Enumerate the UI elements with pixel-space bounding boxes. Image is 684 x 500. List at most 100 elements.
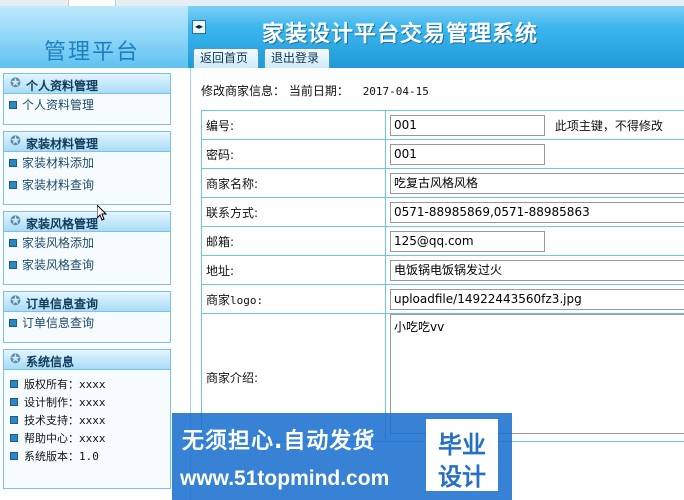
info-text: 版权所有：xxxx [24, 378, 106, 391]
page-label: 修改商家信息： [201, 84, 286, 98]
sidebar-item-label: 家装风格添加 [22, 236, 95, 250]
form-row-id: 编号: 001 此项主键，不得修改 [201, 110, 684, 140]
sidebar-item-label: 个人资料管理 [22, 98, 95, 112]
system-title: 家装设计平台交易管理系统 [262, 21, 539, 47]
system-info-list: 版权所有：xxxx 设计制作：xxxx 技术支持：xxxx 帮助中心：xxxx … [4, 370, 170, 466]
star-icon: ✪ [10, 352, 21, 367]
field-label: 商家logo: [201, 284, 386, 314]
sidebar-item-profile[interactable]: 个人资料管理 [4, 94, 170, 116]
watermark-badge: 毕业 设计 [426, 419, 498, 491]
form-row-password: 密码: 001 [201, 139, 684, 169]
square-bullet-icon [10, 452, 18, 460]
star-icon: ✪ [10, 76, 21, 91]
info-text: 系统版本：1.0 [24, 450, 99, 463]
brand-panel: 管理平台 [0, 6, 188, 68]
logo-label-en: logo: [230, 293, 264, 307]
edit-form-table: 编号: 001 此项主键，不得修改 密码: 001 商家名称: 吃复古风格风格 … [201, 110, 684, 442]
sidebar-item-style-add[interactable]: 家装风格添加 [4, 232, 170, 254]
sidebar-item-label: 家装风格查询 [22, 258, 95, 272]
menu-section-style: ✪ 家装风格管理 家装风格添加 家装风格查询 [3, 211, 171, 285]
sidebar-item-material-add[interactable]: 家装材料添加 [4, 152, 170, 174]
menu-title: 订单信息查询 [26, 297, 99, 311]
menu-section-personal: ✪ 个人资料管理 个人资料管理 [3, 73, 171, 125]
sidebar-item-style-query[interactable]: 家装风格查询 [4, 254, 170, 276]
menu-section-order: ✪ 订单信息查询 订单信息查询 [3, 291, 171, 343]
square-bullet-icon [10, 416, 18, 424]
tab-return-home[interactable]: 返回首页 [193, 48, 259, 68]
logo-label-cn: 商家 [206, 292, 231, 307]
square-bullet-icon [10, 434, 18, 442]
brand-title: 管理平台 [44, 40, 141, 65]
field-label: 密码: [201, 139, 386, 169]
sidebar-item-label: 家装材料查询 [22, 178, 95, 192]
field-cell: 吃复古风格风格 [385, 168, 684, 198]
square-bullet-icon [9, 239, 17, 247]
field-cell: 电饭锅电饭锅发过火 [385, 255, 684, 285]
info-item-version: 系统版本：1.0 [4, 448, 170, 466]
field-label: 编号: [201, 110, 386, 140]
field-label: 地址: [201, 255, 386, 285]
info-item-copyright: 版权所有：xxxx [4, 376, 170, 394]
tab-logout[interactable]: 退出登录 [264, 48, 330, 68]
star-icon: ✪ [10, 294, 21, 309]
info-item-support: 技术支持：xxxx [4, 412, 170, 430]
sidebar-item-label: 订单信息查询 [22, 316, 95, 330]
watermark-url: www.51topmind.com [180, 467, 390, 490]
email-field[interactable]: 125@qq.com [390, 230, 545, 252]
star-icon: ✪ [10, 134, 21, 149]
header-bar: 管理平台 ◂▸ 家装设计平台交易管理系统 返回首页 退出登录 [0, 0, 684, 68]
info-item-design: 设计制作：xxxx [4, 394, 170, 412]
sidebar: ✪ 个人资料管理 个人资料管理 ✪ 家装材料管理 家装材料添加 家装材料查询 ✪… [0, 68, 175, 500]
status-line: 修改商家信息： 当前日期： 2017-04-15 [201, 82, 429, 99]
menu-title: 系统信息 [26, 355, 75, 369]
menu-section-system-info: ✪ 系统信息 版权所有：xxxx 设计制作：xxxx 技术支持：xxxx 帮助中… [3, 349, 171, 489]
field-cell: 001 此项主键，不得修改 [385, 110, 684, 140]
badge-text: 毕业 [438, 431, 486, 459]
field-cell: uploadfile/14922443560fz3.jpg [385, 284, 684, 314]
menu-header[interactable]: ✪ 订单信息查询 [4, 292, 170, 312]
field-cell: 001 [385, 139, 684, 169]
square-bullet-icon [9, 261, 17, 269]
form-row-address: 地址: 电饭锅电饭锅发过火 [201, 255, 684, 285]
menu-header[interactable]: ✪ 家装风格管理 [4, 212, 170, 232]
mouse-cursor-icon [97, 205, 107, 221]
field-cell: 125@qq.com [385, 226, 684, 256]
field-cell: 0571-88985869,0571-88985863 [385, 197, 684, 227]
date-label: 当前日期： [288, 84, 349, 98]
field-label: 邮箱: [201, 226, 386, 256]
menu-header[interactable]: ✪ 个人资料管理 [4, 74, 170, 94]
menu-header[interactable]: ✪ 家装材料管理 [4, 132, 170, 152]
address-field[interactable]: 电饭锅电饭锅发过火 [390, 259, 684, 281]
info-text: 设计制作：xxxx [24, 396, 106, 409]
logo-path-field[interactable]: uploadfile/14922443560fz3.jpg [390, 288, 684, 310]
form-row-email: 邮箱: 125@qq.com [201, 226, 684, 256]
sidebar-item-material-query[interactable]: 家装材料查询 [4, 174, 170, 196]
shop-name-field[interactable]: 吃复古风格风格 [390, 172, 684, 194]
form-row-shop-name: 商家名称: 吃复古风格风格 [201, 168, 684, 198]
id-field[interactable]: 001 [390, 114, 545, 136]
square-bullet-icon [10, 380, 18, 388]
form-row-contact: 联系方式: 0571-88985869,0571-88985863 [201, 197, 684, 227]
info-text: 技术支持：xxxx [24, 414, 106, 427]
menu-title: 家装材料管理 [26, 137, 99, 151]
primary-key-note: 此项主键，不得修改 [554, 118, 663, 133]
field-label: 联系方式: [201, 197, 386, 227]
info-item-help: 帮助中心：xxxx [4, 430, 170, 448]
menu-title: 个人资料管理 [26, 79, 99, 93]
field-label: 商家名称: [201, 168, 386, 198]
badge-text: 设计 [438, 463, 486, 491]
form-row-logo: 商家logo: uploadfile/14922443560fz3.jpg [201, 284, 684, 314]
square-bullet-icon [9, 159, 17, 167]
watermark-banner: 无须担心.自动发货 www.51topmind.com 毕业 设计 [172, 413, 512, 500]
password-field[interactable]: 001 [390, 143, 545, 165]
square-bullet-icon [9, 319, 17, 327]
info-text: 帮助中心：xxxx [24, 432, 106, 445]
menu-header: ✪ 系统信息 [4, 350, 170, 370]
star-icon: ✪ [10, 214, 21, 229]
collapse-sidebar-icon[interactable]: ◂▸ [192, 20, 206, 34]
date-value: 2017-04-15 [362, 85, 429, 98]
sidebar-item-order-query[interactable]: 订单信息查询 [4, 312, 170, 334]
contact-field[interactable]: 0571-88985869,0571-88985863 [390, 201, 684, 223]
square-bullet-icon [9, 181, 17, 189]
menu-section-material: ✪ 家装材料管理 家装材料添加 家装材料查询 [3, 131, 171, 205]
